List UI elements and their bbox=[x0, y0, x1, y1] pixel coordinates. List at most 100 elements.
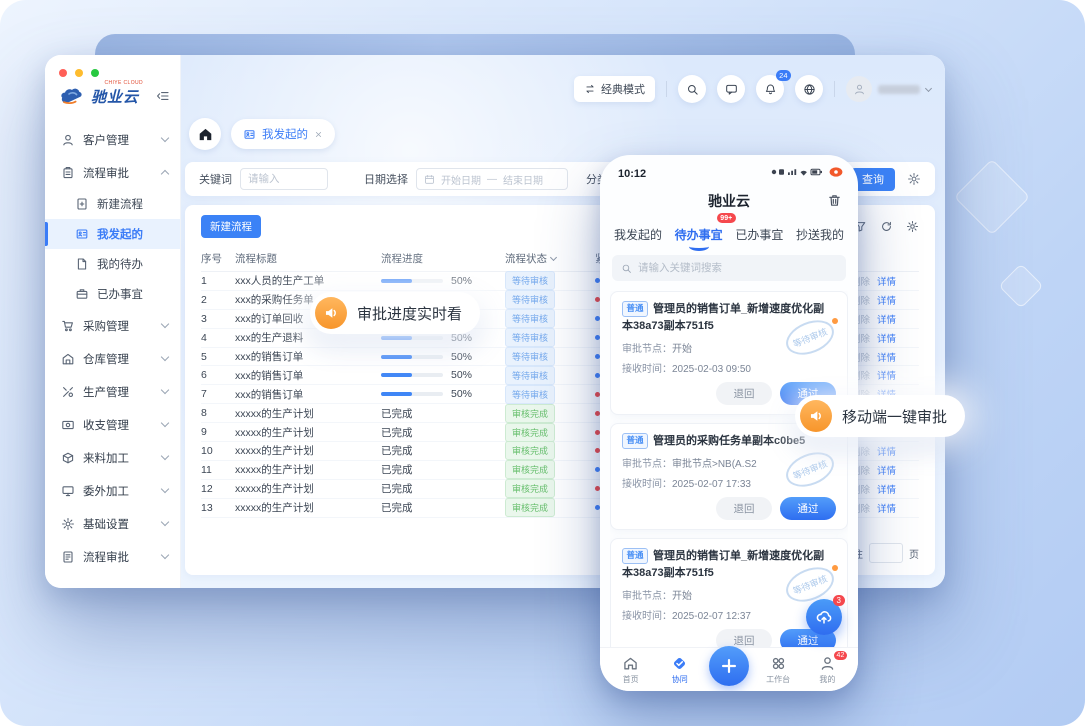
sidebar-item-1[interactable]: 流程审批 bbox=[45, 156, 180, 189]
tab-my-initiated[interactable]: 我发起的 bbox=[231, 119, 335, 149]
mobile-nav-我的[interactable]: 我的42 bbox=[807, 655, 847, 685]
sidebar-item-0[interactable]: 客户管理 bbox=[45, 123, 180, 156]
sidebar-item-icon bbox=[61, 133, 75, 147]
card-priority-badge: 普通 bbox=[622, 433, 648, 449]
search-button[interactable] bbox=[678, 75, 706, 103]
table-settings-icon[interactable] bbox=[906, 220, 919, 233]
date-range-input[interactable]: 开始日期 — 结束日期 bbox=[416, 168, 568, 190]
progress-fill bbox=[381, 373, 412, 377]
sidebar-item-label: 仓库管理 bbox=[83, 351, 129, 367]
refresh-icon[interactable] bbox=[880, 220, 893, 233]
flow-progress: 已完成 bbox=[381, 443, 505, 458]
mobile-tab-3[interactable]: 抄送我的 bbox=[796, 221, 844, 247]
mobile-nav-协同[interactable]: 协同 bbox=[660, 655, 700, 685]
detail-link[interactable]: 详情 bbox=[877, 312, 896, 326]
chevron-down-icon bbox=[161, 386, 169, 394]
approve-button[interactable]: 通过 bbox=[780, 497, 836, 520]
card-buttons: 退回通过 bbox=[622, 497, 836, 520]
sidebar-subitem-label: 我的待办 bbox=[97, 256, 143, 272]
mobile-nav-首页[interactable]: 首页 bbox=[611, 655, 651, 685]
time-label: 接收时间： bbox=[622, 611, 672, 622]
swap-icon bbox=[584, 83, 596, 95]
detail-link[interactable]: 详情 bbox=[877, 463, 896, 477]
mobile-header: 驰业云 bbox=[600, 189, 858, 213]
approval-card[interactable]: 普通管理员的采购任务单副本c0be5等待审核审批节点：审批节点>NB(A.S2接… bbox=[610, 423, 848, 530]
mobile-tab-0[interactable]: 我发起的 bbox=[614, 221, 662, 247]
detail-link[interactable]: 详情 bbox=[877, 293, 896, 307]
sidebar-subitem-1[interactable]: 我发起的 bbox=[45, 219, 180, 249]
new-flow-button[interactable]: 新建流程 bbox=[201, 215, 261, 238]
sidebar-item-6[interactable]: 来料加工 bbox=[45, 441, 180, 474]
keyword-input[interactable] bbox=[240, 168, 328, 190]
sidebar-item-2[interactable]: 采购管理 bbox=[45, 309, 180, 342]
reject-button[interactable]: 退回 bbox=[716, 497, 772, 520]
progress-bar bbox=[381, 373, 443, 377]
home-tab-button[interactable] bbox=[189, 118, 221, 150]
tab-label: 我发起的 bbox=[262, 126, 308, 142]
mobile-app-title: 驰业云 bbox=[708, 191, 750, 211]
language-button[interactable] bbox=[795, 75, 823, 103]
sidebar-subitem-3[interactable]: 已办事宜 bbox=[45, 279, 180, 309]
nav-icon-1 bbox=[671, 655, 688, 672]
sidebar-collapse-icon[interactable] bbox=[156, 89, 170, 103]
messages-button[interactable] bbox=[717, 75, 745, 103]
progress-fill bbox=[381, 355, 412, 359]
sidebar-subitem-2[interactable]: 我的待办 bbox=[45, 249, 180, 279]
sidebar-subitem-label: 新建流程 bbox=[97, 196, 143, 212]
detail-link[interactable]: 详情 bbox=[877, 350, 896, 364]
status-badge: 等待审核 bbox=[505, 328, 555, 347]
reject-button[interactable]: 退回 bbox=[716, 629, 772, 647]
sidebar-item-4[interactable]: 生产管理 bbox=[45, 375, 180, 408]
detail-link[interactable]: 详情 bbox=[877, 501, 896, 515]
mobile-search-input[interactable] bbox=[638, 262, 837, 274]
close-window-button[interactable] bbox=[59, 69, 67, 77]
sidebar-subitem-0[interactable]: 新建流程 bbox=[45, 189, 180, 219]
status-badge: 等待审核 bbox=[505, 290, 555, 309]
reject-button[interactable]: 退回 bbox=[716, 382, 772, 405]
page-background: 驰业云 CHIYE CLOUD 客户管理流程审批新建流程我发起的我的待办已办事宜… bbox=[0, 0, 1085, 726]
notifications-button[interactable]: 24 bbox=[756, 75, 784, 103]
sidebar-subitem-icon bbox=[75, 287, 89, 301]
node-label: 审批节点： bbox=[622, 591, 672, 602]
flow-title: xxx的销售订单 bbox=[235, 387, 381, 402]
page-number-input[interactable] bbox=[869, 543, 903, 563]
detail-link[interactable]: 详情 bbox=[877, 368, 896, 382]
table-header-3[interactable]: 流程状态 bbox=[505, 251, 595, 266]
maximize-window-button[interactable] bbox=[91, 69, 99, 77]
row-index: 8 bbox=[201, 407, 235, 419]
sidebar-item-icon bbox=[61, 352, 75, 366]
detail-link[interactable]: 详情 bbox=[877, 274, 896, 288]
app-logo: 驰业云 CHIYE CLOUD bbox=[45, 81, 180, 111]
sidebar-item-5[interactable]: 收支管理 bbox=[45, 408, 180, 441]
home-icon bbox=[198, 127, 213, 142]
row-index: 12 bbox=[201, 483, 235, 495]
row-index: 3 bbox=[201, 313, 235, 325]
tooltip-text: 移动端一键审批 bbox=[842, 406, 947, 427]
mobile-search-bar[interactable] bbox=[612, 255, 846, 281]
close-icon[interactable] bbox=[314, 130, 323, 139]
sidebar-item-3[interactable]: 仓库管理 bbox=[45, 342, 180, 375]
mobile-tab-1[interactable]: 待办事宜99+ bbox=[675, 221, 723, 247]
mobile-nav-plus[interactable] bbox=[709, 654, 749, 686]
sidebar-item-7[interactable]: 委外加工 bbox=[45, 474, 180, 507]
sidebar-item-8[interactable]: 基础设置 bbox=[45, 507, 180, 540]
add-button[interactable] bbox=[709, 646, 749, 686]
filter-settings-icon[interactable] bbox=[907, 172, 921, 186]
cloud-upload-fab[interactable]: 3 bbox=[806, 599, 842, 635]
minimize-window-button[interactable] bbox=[75, 69, 83, 77]
detail-link[interactable]: 详情 bbox=[877, 331, 896, 345]
status-badge: 审核完成 bbox=[505, 423, 555, 442]
chevron-down-icon bbox=[161, 452, 169, 460]
detail-link[interactable]: 详情 bbox=[877, 482, 896, 496]
classic-mode-button[interactable]: 经典模式 bbox=[574, 76, 655, 102]
mobile-nav-工作台[interactable]: 工作台 bbox=[758, 655, 798, 685]
detail-link[interactable]: 详情 bbox=[877, 444, 896, 458]
user-menu[interactable] bbox=[846, 76, 931, 102]
sidebar-item-9[interactable]: 流程审批 bbox=[45, 540, 180, 573]
progress-done-text: 已完成 bbox=[381, 443, 413, 458]
page-label: 页 bbox=[909, 546, 919, 561]
mobile-tab-2[interactable]: 已办事宜 bbox=[735, 221, 783, 247]
sidebar-item-label: 客户管理 bbox=[83, 132, 129, 148]
progress-done-text: 已完成 bbox=[381, 425, 413, 440]
trash-icon[interactable] bbox=[827, 193, 842, 208]
